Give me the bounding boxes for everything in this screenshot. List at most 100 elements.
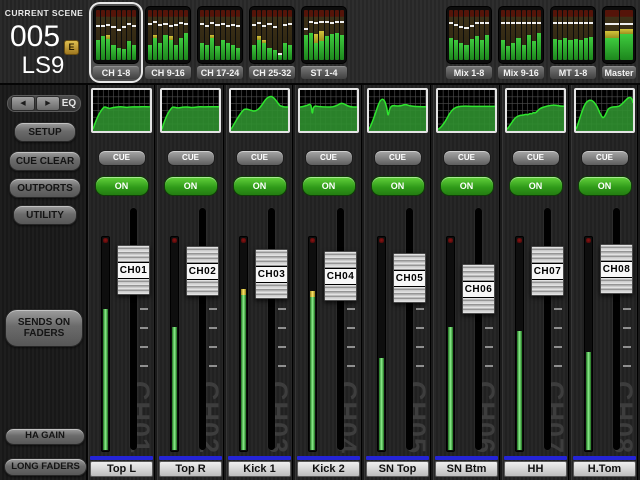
cue-button[interactable]: CUE [512, 150, 560, 166]
fader-position-dash [449, 22, 453, 24]
level-meter [170, 236, 179, 452]
fader-area: CH03CH03 [227, 200, 292, 456]
eq-thumbnail[interactable] [574, 88, 635, 133]
meter-bar-green [480, 40, 484, 60]
cue-button[interactable]: CUE [167, 150, 215, 166]
meter-bar-green [330, 34, 334, 60]
eq-thumbnail[interactable] [436, 88, 497, 133]
on-button[interactable]: ON [440, 176, 494, 196]
fader-knob[interactable]: CH04 [324, 251, 357, 301]
fader-knob[interactable]: CH01 [117, 245, 150, 295]
fader-position-dash [553, 22, 557, 24]
utility-button[interactable]: UTILITY [13, 205, 77, 225]
outports-button[interactable]: OUTPORTS [9, 178, 81, 198]
long-faders-button[interactable]: LONG FADERS [4, 458, 87, 476]
meter-bar-green [449, 38, 453, 61]
sidebar: ◀ ▶ EQ SETUP CUE CLEAR OUTPORTS UTILITY … [0, 85, 88, 480]
channel-name[interactable]: SN Top [366, 461, 429, 477]
meter-bar [516, 10, 520, 60]
cue-clear-button[interactable]: CUE CLEAR [9, 151, 81, 171]
meter-bar [475, 10, 479, 60]
bank-tab-ch-17-24[interactable]: CH 17-24 [195, 4, 245, 81]
meter-bar [314, 10, 318, 60]
on-button[interactable]: ON [371, 176, 425, 196]
eq-prev-button[interactable]: ◀ [11, 96, 35, 111]
fader-knob[interactable]: CH05 [393, 253, 426, 303]
eq-thumbnail[interactable] [298, 88, 359, 133]
eq-thumbnail[interactable] [229, 88, 290, 133]
fader-position-dash [589, 22, 593, 24]
knob-ridges-top [532, 247, 563, 263]
fader-knob[interactable]: CH02 [186, 246, 219, 296]
bank-meter-display [602, 6, 636, 64]
meter-bar-yellow [257, 36, 261, 40]
bank-meter-display [446, 6, 492, 64]
bank-tab-st-1-4[interactable]: ST 1-4 [299, 4, 349, 81]
meter-bar-yellow [620, 29, 634, 34]
fader-knob[interactable]: CH03 [255, 249, 288, 299]
bank-tab-ch-1-8[interactable]: CH 1-8 [91, 4, 141, 81]
cue-button[interactable]: CUE [98, 150, 146, 166]
setup-button[interactable]: SETUP [14, 122, 76, 142]
meter-bar-green [553, 39, 557, 60]
channel-name[interactable]: H.Tom [573, 461, 636, 477]
meter-bar-green [179, 38, 183, 61]
fader-position-dash [122, 26, 126, 28]
fader-knob[interactable]: CH08 [600, 244, 633, 294]
fader-track [406, 208, 413, 450]
channel-name[interactable]: HH [504, 461, 567, 477]
ha-gain-button[interactable]: HA GAIN [5, 428, 85, 445]
meter-bar-yellow [262, 40, 266, 43]
fader-tick [485, 327, 493, 329]
knob-channel-label: CH01 [118, 262, 149, 279]
meter-fill-green [448, 327, 453, 450]
bank-tab-master[interactable]: Master [600, 4, 638, 81]
channel-color-bar [573, 456, 636, 460]
eq-thumbnail[interactable] [91, 88, 152, 133]
eq-thumbnail[interactable] [160, 88, 221, 133]
bank-tab-mix-9-16[interactable]: Mix 9-16 [496, 4, 546, 81]
fader-tick [140, 346, 148, 348]
channel-strip-ch02: CUEONCH02CH02Top R [157, 85, 224, 480]
channel-name[interactable]: Kick 1 [228, 461, 291, 477]
meter-bar [325, 10, 329, 60]
on-button[interactable]: ON [164, 176, 218, 196]
on-button[interactable]: ON [578, 176, 632, 196]
eq-next-button[interactable]: ▶ [36, 96, 60, 111]
fader-tick [554, 327, 562, 329]
channel-name[interactable]: Kick 2 [297, 461, 360, 477]
sends-on-faders-button[interactable]: SENDS ON FADERS [5, 309, 83, 347]
meter-bar-yellow [210, 35, 214, 38]
channel-strip-ch04: CUEONCH04CH04Kick 2 [295, 85, 362, 480]
meter-bar-green [532, 41, 536, 60]
fader-position-dash [210, 22, 214, 24]
current-scene-label: CURRENT SCENE [0, 8, 88, 18]
meter-bar [511, 10, 515, 60]
fader-knob[interactable]: CH07 [531, 246, 564, 296]
cue-button[interactable]: CUE [374, 150, 422, 166]
cue-button[interactable]: CUE [236, 150, 284, 166]
on-button[interactable]: ON [302, 176, 356, 196]
on-button[interactable]: ON [95, 176, 149, 196]
fader-position-dash [522, 22, 526, 24]
meter-bar-green [163, 35, 167, 60]
fader-position-dash [221, 23, 225, 25]
bank-tab-ch-9-16[interactable]: CH 9-16 [143, 4, 193, 81]
meter-fill-green [310, 297, 315, 450]
cue-button[interactable]: CUE [581, 150, 629, 166]
bank-tab-ch-25-32[interactable]: CH 25-32 [247, 4, 297, 81]
eq-thumbnail[interactable] [367, 88, 428, 133]
fader-knob[interactable]: CH06 [462, 264, 495, 314]
channel-name[interactable]: Top R [159, 461, 222, 477]
fader-position-dash [236, 25, 240, 27]
on-button[interactable]: ON [509, 176, 563, 196]
channel-name[interactable]: SN Btm [435, 461, 498, 477]
cue-button[interactable]: CUE [305, 150, 353, 166]
bank-tab-mix-1-8[interactable]: Mix 1-8 [444, 4, 494, 81]
cue-button[interactable]: CUE [443, 150, 491, 166]
on-button[interactable]: ON [233, 176, 287, 196]
bank-tab-mt-1-8[interactable]: MT 1-8 [548, 4, 598, 81]
channel-name[interactable]: Top L [90, 461, 153, 477]
fader-position-dash [584, 22, 588, 24]
eq-thumbnail[interactable] [505, 88, 566, 133]
